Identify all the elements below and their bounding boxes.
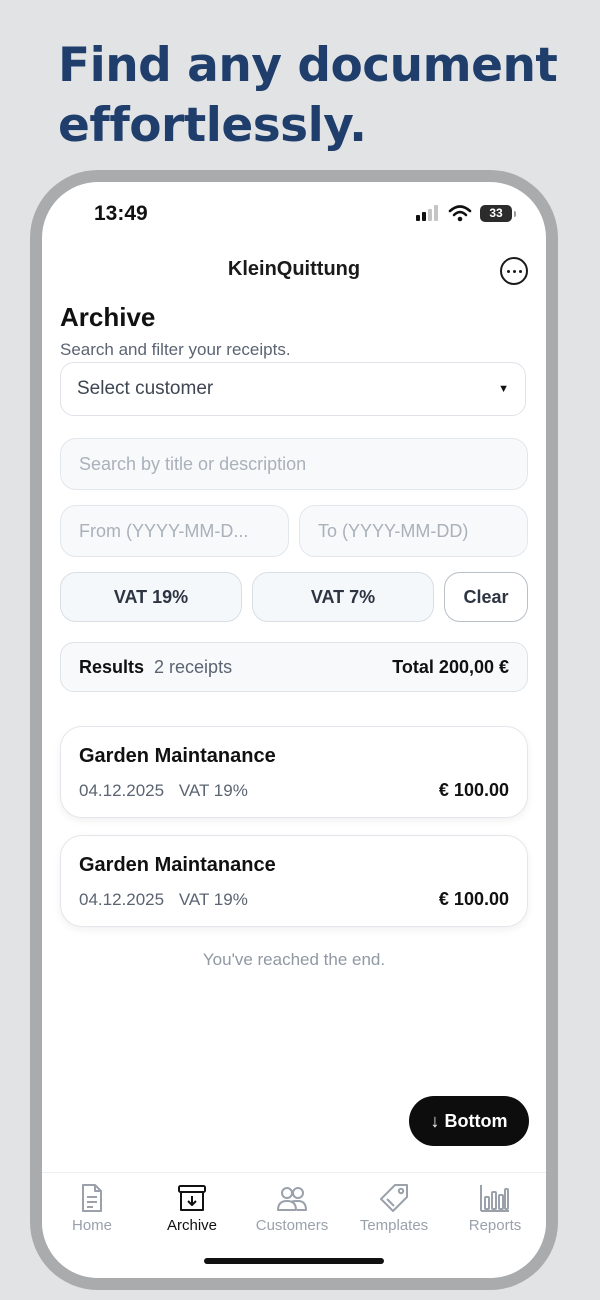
people-icon xyxy=(277,1187,307,1211)
receipt-date: 04.12.2025 xyxy=(79,890,165,909)
results-count: 2 receipts xyxy=(154,656,233,677)
receipt-title: Garden Maintanance xyxy=(79,854,276,876)
status-icons: 33 xyxy=(416,204,516,222)
receipt-meta: 04.12.2025 VAT 19% xyxy=(79,890,248,910)
status-time: 13:49 xyxy=(94,202,148,225)
receipt-title: Garden Maintanance xyxy=(79,745,276,767)
receipt-amount: € 100.00 xyxy=(438,780,509,800)
wifi-icon xyxy=(448,205,472,222)
home-indicator xyxy=(204,1258,384,1264)
receipt-card[interactable]: Garden Maintanance 04.12.2025 VAT 19% € … xyxy=(60,726,528,818)
tag-icon xyxy=(380,1184,408,1212)
tab-customers[interactable]: Customers xyxy=(242,1183,342,1234)
results-summary: Results 2 receipts Total 200,00 € xyxy=(60,642,528,692)
results-label: Results xyxy=(79,656,145,677)
document-icon xyxy=(82,1184,102,1212)
scroll-to-bottom-button[interactable]: ↓ Bottom xyxy=(409,1096,529,1146)
page-title: Archive xyxy=(60,302,156,332)
receipt-vat: VAT 19% xyxy=(178,890,248,909)
more-icon-dot xyxy=(518,269,522,273)
end-of-list-note: You've reached the end. xyxy=(202,950,386,969)
caret-down-icon: ▼ xyxy=(498,383,509,395)
tab-templates[interactable]: Templates xyxy=(344,1183,444,1234)
tab-archive[interactable]: Archive xyxy=(142,1183,242,1234)
cellular-signal-icon xyxy=(416,205,438,221)
vat-19-button[interactable]: VAT 19% xyxy=(60,572,242,622)
more-icon xyxy=(506,269,510,273)
receipt-date: 04.12.2025 xyxy=(79,781,165,800)
tab-home[interactable]: Home xyxy=(42,1183,142,1234)
search-input[interactable]: Search by title or description xyxy=(60,438,528,490)
from-date-input[interactable]: From (YYYY-MM-D... xyxy=(60,505,289,557)
receipt-vat: VAT 19% xyxy=(178,781,248,800)
receipt-card[interactable]: Garden Maintanance 04.12.2025 VAT 19% € … xyxy=(60,835,528,927)
more-options-button[interactable] xyxy=(500,257,528,285)
headline: Find any document effortlessly. xyxy=(58,38,558,153)
bar-chart-icon xyxy=(480,1185,509,1212)
battery-icon: 33 xyxy=(480,204,516,222)
archive-box-icon xyxy=(178,1185,206,1211)
tab-label: Templates xyxy=(359,1217,429,1234)
tab-label: Archive xyxy=(166,1217,218,1234)
app-title: KleinQuittung xyxy=(227,258,361,280)
receipt-meta: 04.12.2025 VAT 19% xyxy=(79,781,248,801)
results-total: Total 200,00 € xyxy=(392,656,509,677)
customer-select-value: Select customer xyxy=(77,378,214,399)
tab-label: Reports xyxy=(468,1217,522,1234)
tab-label: Customers xyxy=(255,1217,329,1234)
page-subtitle: Search and filter your receipts. xyxy=(60,340,291,359)
vat-7-button[interactable]: VAT 7% xyxy=(252,572,434,622)
tab-label: Home xyxy=(71,1217,112,1234)
customer-select[interactable]: Select customer ▼ xyxy=(60,362,526,416)
more-icon-dot xyxy=(512,269,516,273)
phone-screen: 13:49 33 KleinQuittung Archive Search an… xyxy=(42,182,546,1278)
to-date-input[interactable]: To (YYYY-MM-DD) xyxy=(299,505,528,557)
tab-reports[interactable]: Reports xyxy=(445,1183,545,1234)
receipt-amount: € 100.00 xyxy=(438,889,509,909)
clear-button[interactable]: Clear xyxy=(444,572,528,622)
